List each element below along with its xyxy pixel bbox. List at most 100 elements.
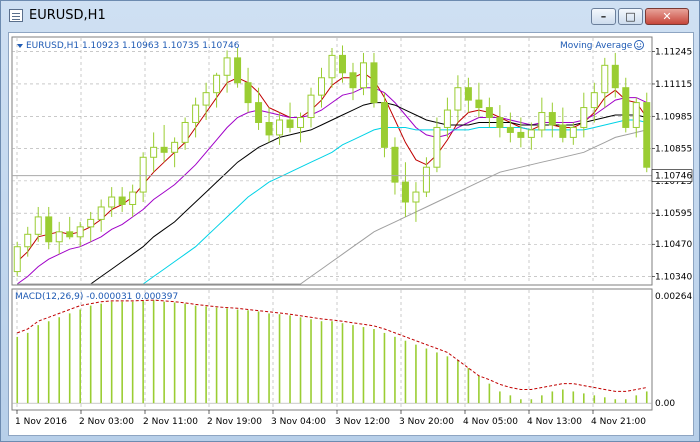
candle — [496, 105, 504, 138]
candle-body-bear — [244, 82, 252, 104]
candle-body-bull — [412, 191, 420, 203]
candle — [213, 72, 221, 108]
candle-body-bull — [580, 107, 588, 128]
candle-body-bull — [139, 156, 147, 193]
macd-tick-label: 0.00 — [655, 399, 675, 409]
minimize-icon: – — [600, 10, 607, 23]
price-tick-label: 1.10340 — [655, 273, 692, 283]
candle — [108, 187, 116, 217]
candle — [97, 199, 105, 232]
title-bar[interactable]: EURUSD,H1 – □ ✕ — [1, 1, 699, 31]
time-tick-label: 1 Nov 2016 — [15, 417, 67, 427]
candle-body-bear — [464, 87, 472, 101]
candle — [118, 187, 126, 212]
candle — [527, 122, 535, 150]
price-tick-label: 1.10595 — [655, 209, 692, 219]
candle-body-bull — [538, 112, 546, 131]
smiley-icon — [634, 40, 644, 50]
maximize-button[interactable]: □ — [618, 8, 643, 25]
close-icon: ✕ — [662, 10, 672, 23]
candle — [338, 45, 346, 83]
candle — [192, 97, 200, 138]
macd-histogram — [16, 300, 648, 404]
candle-body-bear — [559, 124, 567, 138]
chart-canvas[interactable]: 1.112451.111151.109851.108551.107251.105… — [9, 33, 698, 435]
candle — [55, 221, 63, 255]
candle — [202, 82, 210, 120]
current-price-label: 1.10746 — [655, 172, 692, 182]
candle — [454, 75, 462, 123]
candle — [412, 182, 420, 222]
candle-body-bull — [87, 218, 95, 228]
candle-body-bull — [213, 74, 221, 94]
candle-body-bull — [569, 126, 577, 138]
candle — [87, 211, 95, 242]
price-tick-label: 1.11115 — [655, 80, 692, 90]
chart-client-area[interactable]: 1.112451.111151.109851.108551.107251.105… — [8, 32, 698, 436]
candle-body-bear — [118, 196, 126, 205]
candle — [538, 97, 546, 138]
candle — [297, 112, 305, 143]
candle — [548, 102, 556, 138]
time-tick-label: 3 Nov 04:00 — [271, 417, 326, 427]
candle-body-bear — [391, 146, 399, 183]
candle-body-bull — [422, 166, 430, 193]
candle-body-bear — [234, 57, 242, 84]
candle-body-bull — [527, 129, 535, 138]
candle — [307, 87, 315, 128]
moving-average-line-1 — [16, 72, 648, 262]
candle-body-bear — [265, 121, 273, 136]
candle-body-bull — [76, 226, 84, 238]
candle — [24, 226, 32, 257]
time-tick-label: 3 Nov 20:00 — [399, 417, 454, 427]
price-tick-label: 1.11245 — [655, 48, 692, 58]
candle-body-bear — [338, 54, 346, 74]
time-tick-label: 2 Nov 19:00 — [207, 417, 262, 427]
time-tick-label: 4 Nov 13:00 — [527, 417, 582, 427]
candle — [559, 107, 567, 143]
candle — [370, 52, 378, 108]
candle — [66, 216, 74, 240]
macd-panel-info: MACD(12,26,9) -0.000031 0.000397 — [15, 292, 178, 302]
candle — [76, 221, 84, 247]
candle — [129, 184, 137, 217]
candle-body-bear — [548, 112, 556, 126]
candle-body-bear — [496, 117, 504, 128]
price-tick-label: 1.10985 — [655, 112, 692, 122]
candle-body-bull — [297, 117, 305, 128]
candle-body-bull — [24, 233, 32, 248]
chart-window: EURUSD,H1 – □ ✕ 1.11245 1.11115 1.10985 1.1… — [0, 0, 700, 442]
maximize-icon: □ — [625, 10, 636, 23]
candle-body-bear — [643, 102, 651, 168]
close-button[interactable]: ✕ — [645, 8, 689, 25]
candle — [569, 122, 577, 145]
time-tick-label: 4 Nov 05:00 — [463, 417, 518, 427]
candle-body-bear — [160, 146, 168, 153]
candle-body-bear — [622, 87, 630, 128]
candle-body-bull — [318, 77, 326, 96]
candle-body-bear — [506, 126, 514, 133]
candle-body-bull — [601, 64, 609, 94]
candle-body-bull — [13, 246, 21, 273]
candle-body-bull — [307, 94, 315, 119]
candle — [464, 77, 472, 113]
price-tick-label: 1.10855 — [655, 145, 692, 155]
candle-body-bull — [55, 231, 63, 243]
candle-body-bear — [401, 181, 409, 203]
candle — [380, 92, 388, 158]
candle-body-bull — [328, 54, 336, 79]
candle-body-bear — [286, 119, 294, 128]
minimize-button[interactable]: – — [591, 8, 616, 25]
candle — [433, 117, 441, 173]
candle-body-bull — [276, 119, 284, 136]
candle-body-bull — [150, 146, 158, 158]
candle — [244, 67, 252, 113]
candle — [506, 112, 514, 143]
symbol-dropdown-icon[interactable] — [17, 44, 23, 48]
candle-body-bear — [517, 131, 525, 138]
price-panel-info: EURUSD,H1 1.10923 1.10963 1.10735 1.1074… — [26, 41, 240, 51]
candle — [276, 112, 284, 145]
candle-body-bull — [454, 87, 462, 111]
candle-body-bull — [433, 126, 441, 168]
candle-body-bear — [475, 99, 483, 109]
